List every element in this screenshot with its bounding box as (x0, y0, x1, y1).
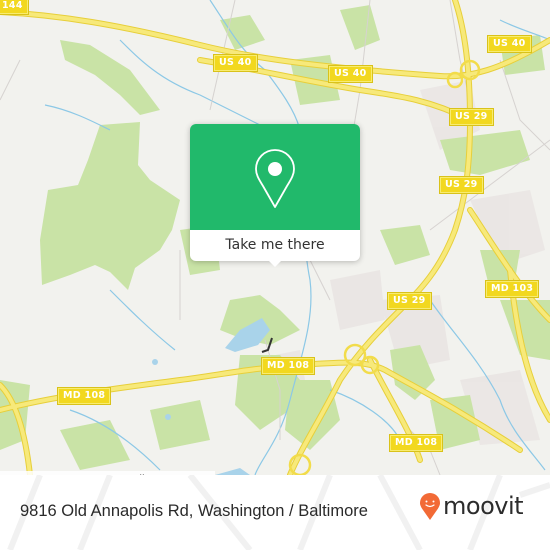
road-label: MD 108 (262, 358, 315, 374)
location-popup: Take me there (190, 124, 360, 267)
road-label: US 29 (440, 177, 483, 193)
popup-pointer (266, 258, 284, 267)
popup-header (190, 124, 360, 230)
road-label: 144 (0, 0, 28, 14)
road-label: US 40 (488, 36, 531, 52)
take-me-there-button[interactable]: Take me there (190, 230, 360, 261)
road-label: MD 108 (390, 435, 443, 451)
map-pin-icon (255, 149, 295, 208)
footer: 9816 Old Annapolis Rd, Washington / Balt… (0, 475, 550, 550)
road-label: US 40 (214, 55, 257, 71)
road-label: US 40 (329, 66, 372, 82)
moovit-wordmark: moovit (443, 492, 524, 520)
map-view[interactable]: 144 US 40 US 40 US 40 US 29 US 29 US 29 … (0, 0, 550, 475)
address-text: 9816 Old Annapolis Rd, Washington / Balt… (20, 502, 368, 520)
road-label: US 29 (388, 293, 431, 309)
moovit-pin-icon (420, 493, 440, 520)
road-label: US 29 (450, 109, 493, 125)
road-label: MD 108 (58, 388, 111, 404)
road-label: MD 103 (486, 281, 539, 297)
